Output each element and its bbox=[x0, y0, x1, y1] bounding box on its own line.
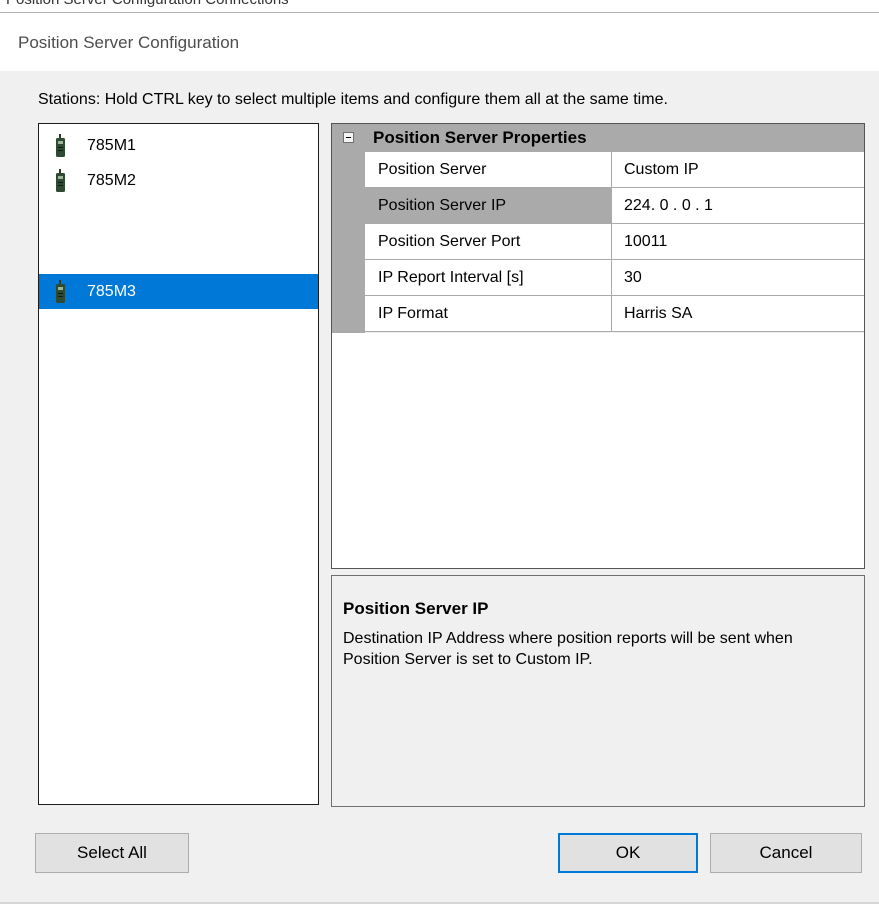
title-bar[interactable]: Position Server Configuration bbox=[0, 14, 879, 71]
cancel-button[interactable]: Cancel bbox=[710, 833, 862, 873]
station-label: 785M2 bbox=[87, 171, 136, 189]
property-grid-empty-area bbox=[332, 333, 864, 568]
station-label: 785M1 bbox=[87, 136, 136, 154]
grid-margin bbox=[332, 152, 365, 333]
station-item[interactable]: 785M2 bbox=[39, 163, 318, 198]
minus-box-icon[interactable] bbox=[343, 132, 354, 143]
station-item-selected[interactable]: 785M3 bbox=[39, 274, 318, 309]
property-name: Position Server bbox=[365, 152, 612, 187]
property-row-ip-report-interval[interactable]: IP Report Interval [s] 30 bbox=[365, 260, 864, 296]
property-row-position-server-ip[interactable]: Position Server IP 224. 0 . 0 . 1 bbox=[365, 188, 864, 224]
divider bbox=[0, 12, 879, 13]
station-item[interactable]: 785M1 bbox=[39, 128, 318, 163]
radio-handset-icon bbox=[56, 279, 65, 303]
property-value[interactable]: 224. 0 . 0 . 1 bbox=[612, 188, 864, 223]
select-all-button[interactable]: Select All bbox=[35, 833, 189, 873]
property-grid[interactable]: Position Server Properties Position Serv… bbox=[331, 123, 865, 569]
ok-button[interactable]: OK bbox=[558, 833, 698, 873]
property-value[interactable]: Harris SA bbox=[612, 296, 864, 331]
property-value[interactable]: 30 bbox=[612, 260, 864, 295]
radio-handset-icon bbox=[56, 133, 65, 157]
category-label: Position Server Properties bbox=[373, 128, 587, 147]
property-help-panel: Position Server IP Destination IP Addres… bbox=[331, 575, 865, 807]
station-list[interactable]: 785M1 785M2 785M3 bbox=[38, 123, 319, 805]
stations-hint: Stations: Hold CTRL key to select multip… bbox=[38, 91, 668, 108]
property-value[interactable]: 10011 bbox=[612, 224, 864, 259]
property-row-position-server[interactable]: Position Server Custom IP bbox=[365, 152, 864, 188]
property-value[interactable]: Custom IP bbox=[612, 152, 864, 187]
dialog-body: Stations: Hold CTRL key to select multip… bbox=[0, 71, 879, 904]
window-title: Position Server Configuration bbox=[18, 33, 240, 52]
property-name: IP Format bbox=[365, 296, 612, 331]
property-rows: Position Server Custom IP Position Serve… bbox=[365, 152, 864, 332]
property-row-ip-format[interactable]: IP Format Harris SA bbox=[365, 296, 864, 332]
property-row-position-server-port[interactable]: Position Server Port 10011 bbox=[365, 224, 864, 260]
property-category-header[interactable]: Position Server Properties bbox=[332, 124, 864, 152]
help-title: Position Server IP bbox=[343, 599, 489, 618]
help-description: Destination IP Address where position re… bbox=[343, 630, 793, 668]
station-label: 785M3 bbox=[87, 282, 136, 300]
property-name: Position Server Port bbox=[365, 224, 612, 259]
background-window-strip: Position Server Configuration Connection… bbox=[0, 0, 879, 14]
property-name: Position Server IP bbox=[365, 188, 612, 223]
radio-handset-icon bbox=[56, 168, 65, 192]
property-name: IP Report Interval [s] bbox=[365, 260, 612, 295]
background-window-text: Position Server Configuration Connection… bbox=[6, 0, 289, 8]
